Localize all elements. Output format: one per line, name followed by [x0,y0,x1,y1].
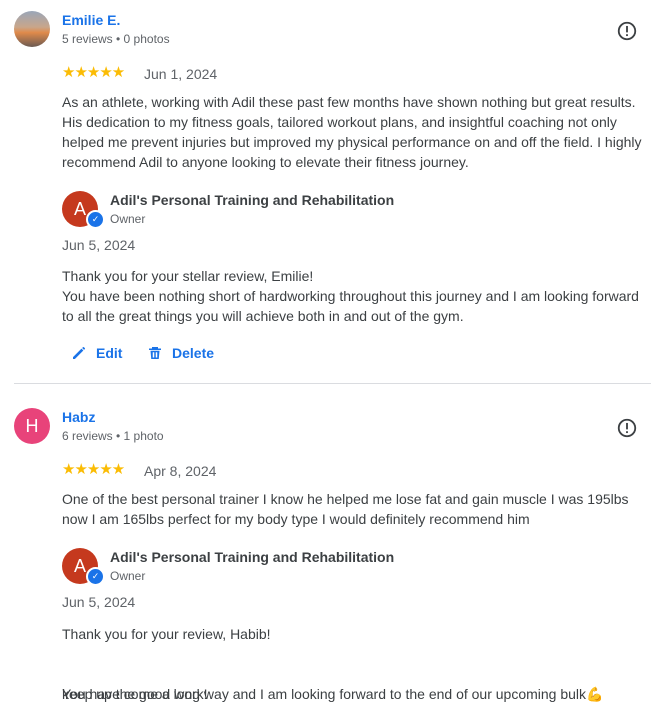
author-avatar[interactable]: H [14,408,50,444]
star-rating: ★★★★★ [62,461,125,478]
owner-name: Adil's Personal Training and Rehabilitat… [110,192,395,208]
owner-role: Owner [110,212,146,226]
review-date: Jun 1, 2024 [144,66,218,82]
reply-date: Jun 5, 2024 [62,594,136,610]
reply-text: Thank you for your stellar review, Emili… [62,268,639,324]
author-name[interactable]: Habz [62,409,95,425]
edit-button[interactable]: Edit [70,344,122,362]
check-badge-icon: ✓ [86,210,105,229]
trash-icon [149,347,161,359]
reply-text-line3: keep up the good work! [62,686,208,702]
review-card: Emilie E. 5 reviews • 0 photos ★★★★★ Jun… [0,0,669,383]
report-icon[interactable] [616,20,638,42]
delete-label: Delete [172,345,215,361]
edit-label: Edit [96,345,123,361]
author-meta: 5 reviews • 0 photos [62,32,170,46]
pencil-icon [73,347,85,359]
review-date: Apr 8, 2024 [144,463,217,479]
reply-date: Jun 5, 2024 [62,237,136,253]
delete-button[interactable]: Delete [146,344,214,362]
review-text: One of the best personal trainer I know … [62,491,629,527]
review-divider [14,383,651,384]
author-meta: 6 reviews • 1 photo [62,429,164,443]
report-icon[interactable] [616,417,638,439]
owner-name: Adil's Personal Training and Rehabilitat… [110,549,395,565]
author-name[interactable]: Emilie E. [62,12,120,28]
review-text: As an athlete, working with Adil these p… [62,94,642,170]
review-card: H Habz 6 reviews • 1 photo ★★★★★ Apr 8, … [0,395,669,713]
author-avatar[interactable] [14,11,50,47]
check-badge-icon: ✓ [86,567,105,586]
star-rating: ★★★★★ [62,64,125,81]
reply-text-line1: Thank you for your review, Habib! [62,626,271,642]
owner-role: Owner [110,569,146,583]
